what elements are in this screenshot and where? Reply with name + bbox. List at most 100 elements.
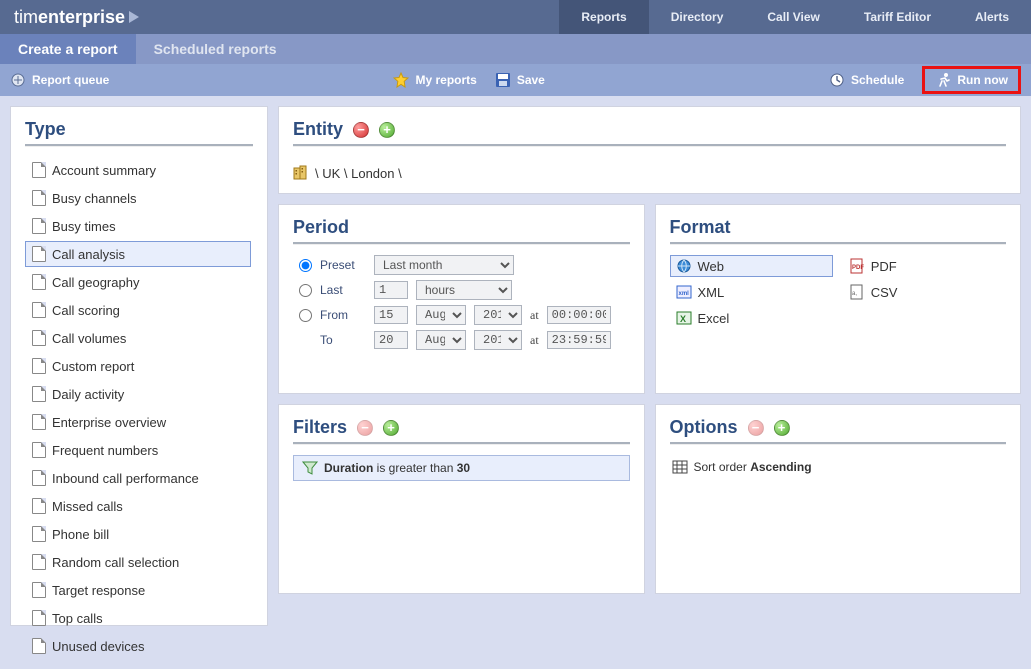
last-value-input[interactable]: [374, 281, 408, 299]
type-item-label: Unused devices: [52, 639, 145, 654]
to-year-select[interactable]: 2013: [474, 330, 522, 350]
type-item-custom-report[interactable]: Custom report: [25, 353, 251, 379]
document-icon: [32, 358, 46, 374]
save-button[interactable]: Save: [495, 72, 545, 88]
my-reports-button[interactable]: My reports: [393, 72, 476, 88]
remove-option-button[interactable]: −: [748, 420, 764, 436]
filter-item[interactable]: Duration is greater than 30: [293, 455, 630, 481]
funnel-icon: [302, 460, 318, 476]
type-item-random-call-selection[interactable]: Random call selection: [25, 549, 251, 575]
format-label: Excel: [698, 311, 730, 326]
to-label: To: [320, 333, 366, 347]
type-item-label: Busy times: [52, 219, 116, 234]
divider: [670, 242, 1007, 245]
document-icon: [32, 526, 46, 542]
report-queue-label: Report queue: [32, 73, 109, 87]
type-item-daily-activity[interactable]: Daily activity: [25, 381, 251, 407]
type-item-label: Call volumes: [52, 331, 126, 346]
format-pdf[interactable]: PDFPDF: [843, 255, 1006, 277]
brand-part-a: tim: [14, 7, 38, 28]
filter-value: 30: [457, 461, 470, 475]
option-item[interactable]: Sort order Ascending: [670, 455, 1007, 479]
type-item-enterprise-overview[interactable]: Enterprise overview: [25, 409, 251, 435]
document-icon: [32, 498, 46, 514]
to-day-input[interactable]: [374, 331, 408, 349]
from-label: From: [320, 308, 366, 322]
from-year-select[interactable]: 2012: [474, 305, 522, 325]
type-item-label: Target response: [52, 583, 145, 598]
type-item-top-calls[interactable]: Top calls: [25, 605, 251, 631]
web-icon: [676, 258, 692, 274]
type-item-label: Daily activity: [52, 387, 124, 402]
period-from-radio[interactable]: [299, 309, 312, 322]
subtab-create-a-report[interactable]: Create a report: [0, 34, 136, 64]
document-icon: [32, 414, 46, 430]
preset-select[interactable]: Last month: [374, 255, 514, 275]
type-item-frequent-numbers[interactable]: Frequent numbers: [25, 437, 251, 463]
type-item-call-volumes[interactable]: Call volumes: [25, 325, 251, 351]
from-month-select[interactable]: Aug: [416, 305, 466, 325]
filter-op: is greater than: [373, 461, 456, 475]
add-option-button[interactable]: +: [774, 420, 790, 436]
main-tab-reports[interactable]: Reports: [559, 0, 648, 34]
type-item-inbound-call-performance[interactable]: Inbound call performance: [25, 465, 251, 491]
main-tab-call-view[interactable]: Call View: [745, 0, 841, 34]
type-panel: Type Account summaryBusy channelsBusy ti…: [10, 106, 268, 626]
run-now-button[interactable]: Run now: [922, 66, 1021, 94]
type-item-call-analysis[interactable]: Call analysis: [25, 241, 251, 267]
my-reports-label: My reports: [415, 73, 476, 87]
format-xml[interactable]: xmlXML: [670, 281, 833, 303]
at-label-1: at: [530, 308, 539, 323]
type-item-busy-channels[interactable]: Busy channels: [25, 185, 251, 211]
sort-label: Sort order: [694, 460, 751, 474]
format-excel[interactable]: X Excel: [670, 307, 833, 329]
document-icon: [32, 330, 46, 346]
remove-entity-button[interactable]: −: [353, 122, 369, 138]
type-item-phone-bill[interactable]: Phone bill: [25, 521, 251, 547]
type-item-label: Inbound call performance: [52, 471, 199, 486]
type-list[interactable]: Account summaryBusy channels Busy times Ca…: [25, 157, 253, 657]
last-label: Last: [320, 283, 366, 297]
format-label: Web: [698, 259, 725, 274]
format-csv[interactable]: a,CSV: [843, 281, 1006, 303]
report-queue-button[interactable]: Report queue: [10, 72, 109, 88]
document-icon: [32, 582, 46, 598]
add-entity-button[interactable]: +: [379, 122, 395, 138]
period-preset-radio[interactable]: [299, 259, 312, 272]
document-icon: [32, 470, 46, 486]
format-heading: Format: [670, 217, 1007, 238]
sort-value: Ascending: [750, 460, 811, 474]
add-filter-button[interactable]: +: [383, 420, 399, 436]
format-web[interactable]: Web: [670, 255, 833, 277]
type-item-label: Call scoring: [52, 303, 120, 318]
entity-path: \ UK \ London \: [315, 166, 402, 181]
brand: timenterprise: [0, 0, 153, 34]
to-month-select[interactable]: Aug: [416, 330, 466, 350]
type-item-call-scoring[interactable]: Call scoring: [25, 297, 251, 323]
main-tab-alerts[interactable]: Alerts: [953, 0, 1031, 34]
type-item-unused-devices[interactable]: Unused devices: [25, 633, 251, 657]
type-item-target-response[interactable]: Target response: [25, 577, 251, 603]
clock-icon: [829, 72, 845, 88]
last-unit-select[interactable]: hours: [416, 280, 512, 300]
main-tab-directory[interactable]: Directory: [649, 0, 746, 34]
type-item-account-summary[interactable]: Account summary: [25, 157, 251, 183]
to-time-input[interactable]: [547, 331, 611, 349]
svg-text:X: X: [680, 314, 686, 324]
type-item-label: Enterprise overview: [52, 415, 166, 430]
document-icon: [32, 442, 46, 458]
type-item-call-geography[interactable]: Call geography: [25, 269, 251, 295]
schedule-button[interactable]: Schedule: [829, 72, 904, 88]
subtab-scheduled-reports[interactable]: Scheduled reports: [136, 34, 295, 64]
content: Type Account summaryBusy channelsBusy ti…: [0, 96, 1031, 636]
type-item-busy-times[interactable]: Busy times: [25, 213, 251, 239]
run-icon: [935, 72, 951, 88]
type-item-missed-calls[interactable]: Missed calls: [25, 493, 251, 519]
svg-text:a,: a,: [852, 291, 857, 297]
remove-filter-button[interactable]: −: [357, 420, 373, 436]
main-tab-tariff-editor[interactable]: Tariff Editor: [842, 0, 953, 34]
from-time-input[interactable]: [547, 306, 611, 324]
format-panel: Format Web PDFPDF xmlXML a,CSV X Excel: [655, 204, 1022, 394]
period-last-radio[interactable]: [299, 284, 312, 297]
from-day-input[interactable]: [374, 306, 408, 324]
